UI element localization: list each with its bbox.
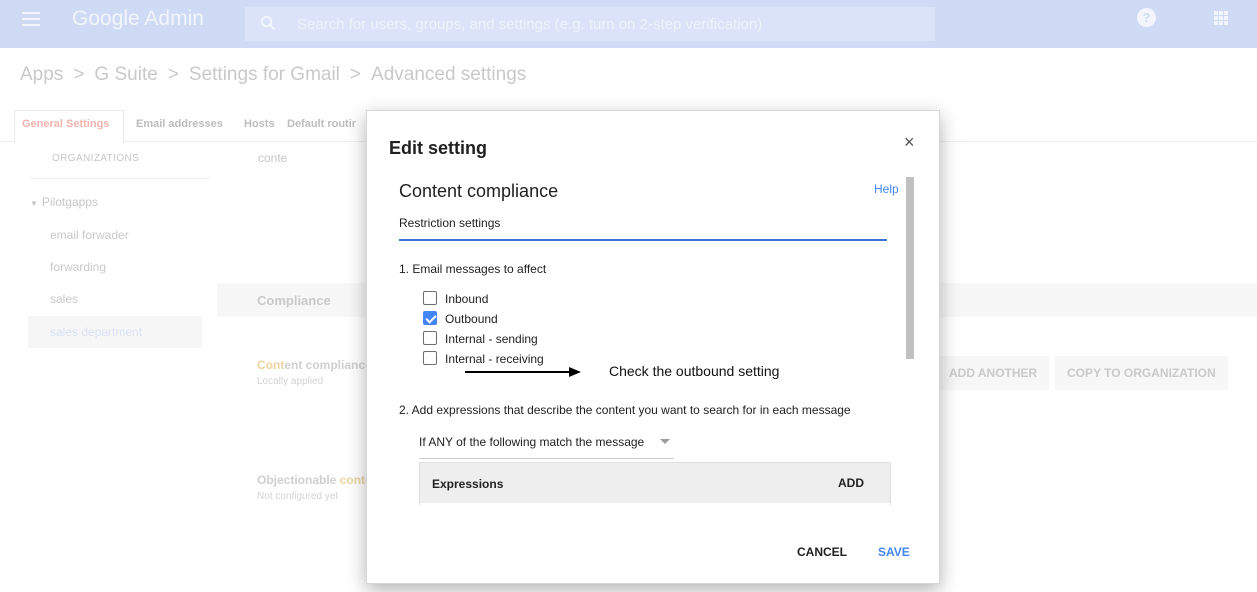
- org-tree: ▼ Pilotgapps email forwader forwarding sa…: [28, 195, 202, 348]
- edit-setting-dialog: Edit setting × Content compliance Help R…: [366, 110, 940, 584]
- tab-hosts[interactable]: Hosts: [244, 118, 275, 130]
- org-item-forwarding[interactable]: forwarding: [50, 260, 106, 274]
- expressions-table-header: Expressions ADD: [420, 463, 890, 503]
- save-button[interactable]: SAVE: [878, 545, 910, 559]
- content-compliance-status: Locally applied: [257, 376, 324, 387]
- org-root-label: Pilotgapps: [41, 195, 98, 209]
- close-icon[interactable]: ×: [904, 133, 915, 151]
- tab-default-routing[interactable]: Default routir: [287, 118, 356, 130]
- org-item-sales[interactable]: sales: [50, 292, 78, 306]
- divider: [30, 178, 210, 179]
- section-underline: [399, 239, 887, 241]
- help-icon[interactable]: ?: [1137, 8, 1156, 27]
- checkbox-inbound[interactable]: [423, 291, 437, 305]
- checkbox-internal-receiving[interactable]: [423, 351, 437, 365]
- add-expression-button[interactable]: ADD: [838, 476, 864, 490]
- help-link[interactable]: Help: [874, 182, 899, 196]
- question-add-expressions: 2. Add expressions that describe the con…: [399, 403, 851, 417]
- question-email-messages: 1. Email messages to affect: [399, 262, 547, 276]
- org-item-sales-department[interactable]: sales department: [28, 316, 202, 348]
- checkbox-internal-sending[interactable]: [423, 331, 437, 345]
- checkbox-label: Internal - sending: [445, 332, 538, 346]
- objectionable-content-status: Not configured yet: [257, 491, 339, 502]
- setting-name-rest: ent compliance: [284, 358, 372, 372]
- cancel-button[interactable]: CANCEL: [797, 545, 847, 559]
- compliance-label: Compliance: [257, 293, 331, 308]
- checkbox-label: Inbound: [445, 292, 489, 306]
- expressions-column-header: Expressions: [432, 477, 504, 491]
- annotation-text: Check the outbound setting: [609, 363, 780, 379]
- app-title[interactable]: Google Admin: [72, 7, 204, 31]
- search-icon: [260, 15, 276, 31]
- section-title: Content compliance: [399, 181, 559, 201]
- dialog-scroll-area[interactable]: Content compliance Help Restriction sett…: [367, 169, 927, 505]
- add-another-button[interactable]: ADD ANOTHER: [937, 356, 1050, 390]
- search-input[interactable]: [297, 13, 917, 35]
- search-highlight: Cont: [257, 358, 285, 372]
- tab-email-addresses[interactable]: Email addresses: [136, 118, 223, 130]
- expressions-table: Expressions ADD: [419, 462, 891, 505]
- setting-name-prefix: Objectionable: [257, 473, 340, 487]
- breadcrumb: Apps > G Suite > Settings for Gmail > Advanced…: [20, 64, 526, 86]
- breadcrumb-item-advanced-settings: Advanced settings: [371, 64, 527, 85]
- breadcrumb-separator: >: [349, 64, 362, 85]
- copy-to-organization-button[interactable]: COPY TO ORGANIZATION: [1055, 356, 1228, 390]
- checkbox-outbound[interactable]: [423, 311, 437, 325]
- org-item-email-forwader[interactable]: email forwader: [50, 228, 129, 242]
- top-app-bar: Google Admin ?: [0, 0, 1257, 48]
- tab-general-settings[interactable]: General Settings: [22, 118, 109, 130]
- dialog-title: Edit setting: [389, 138, 487, 158]
- breadcrumb-separator: >: [73, 64, 85, 85]
- search-bar[interactable]: [245, 7, 935, 41]
- match-condition-value: If ANY of the following match the messag…: [419, 435, 645, 449]
- breadcrumb-item-gsuite[interactable]: G Suite: [94, 64, 157, 85]
- checkbox-label: Outbound: [445, 312, 498, 326]
- restriction-settings-label: Restriction settings: [399, 216, 501, 230]
- annotation-arrow-icon: [465, 367, 581, 377]
- objectionable-content-setting[interactable]: Objectionable conte: [257, 473, 372, 487]
- breadcrumb-item-apps[interactable]: Apps: [20, 64, 63, 85]
- settings-filter-input[interactable]: conte: [258, 151, 287, 165]
- chevron-down-icon: [660, 439, 670, 444]
- checkbox-label: Internal - receiving: [445, 352, 544, 366]
- scrollbar-thumb[interactable]: [906, 177, 914, 359]
- menu-icon[interactable]: [22, 12, 40, 26]
- org-root[interactable]: ▼ Pilotgapps: [30, 195, 98, 209]
- apps-grid-icon[interactable]: [1214, 11, 1228, 25]
- breadcrumb-separator: >: [167, 64, 179, 85]
- caret-down-icon[interactable]: ▼: [30, 199, 38, 208]
- match-condition-select[interactable]: If ANY of the following match the messag…: [419, 433, 674, 459]
- content-compliance-setting[interactable]: Content compliance: [257, 358, 372, 372]
- breadcrumb-item-gmail-settings[interactable]: Settings for Gmail: [189, 64, 340, 85]
- organizations-header: ORGANIZATIONS: [52, 153, 140, 164]
